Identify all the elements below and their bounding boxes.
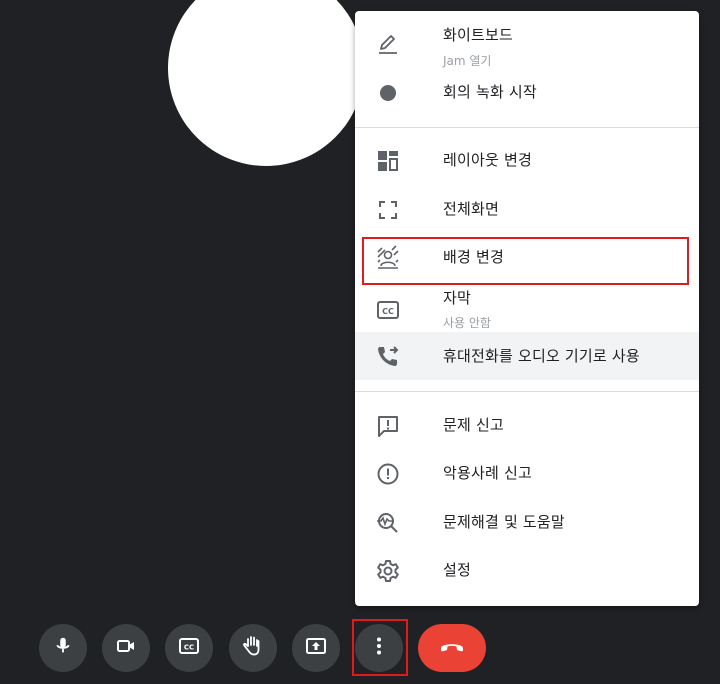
more-options-button[interactable] xyxy=(355,624,403,672)
leave-call-button[interactable] xyxy=(418,624,486,672)
menu-item-label: 문제해결 및 도움말 xyxy=(443,513,565,531)
menu-item-phone-audio[interactable]: 휴대전화를 오디오 기기로 사용 xyxy=(355,332,699,380)
menu-item-label: 자막 xyxy=(443,289,472,307)
menu-item-label: 전체화면 xyxy=(443,200,500,218)
camera-icon xyxy=(114,634,138,662)
menu-item-change-layout[interactable]: 레이아웃 변경 xyxy=(355,143,699,179)
menu-divider xyxy=(355,391,699,392)
captions-icon: CC xyxy=(177,634,201,662)
hangup-icon xyxy=(437,631,467,665)
menu-item-troubleshooting[interactable]: 문제해결 및 도움말 xyxy=(355,505,699,541)
menu-item-label: 화이트보드 xyxy=(443,26,514,44)
svg-text:CC: CC xyxy=(184,644,194,652)
menu-item-captions[interactable]: CC 자막 사용 안함 xyxy=(355,287,699,335)
layout-icon xyxy=(375,148,401,174)
menu-item-label: 배경 변경 xyxy=(443,248,504,266)
svg-text:CC: CC xyxy=(382,307,394,316)
feedback-icon xyxy=(375,413,401,439)
report-icon xyxy=(375,461,401,487)
menu-item-settings[interactable]: 설정 xyxy=(355,553,699,589)
captions-button[interactable]: CC xyxy=(165,624,213,672)
troubleshoot-icon xyxy=(375,510,401,536)
menu-item-label: 휴대전화를 오디오 기기로 사용 xyxy=(443,347,640,365)
present-button[interactable] xyxy=(292,624,340,672)
mic-button[interactable] xyxy=(39,624,87,672)
menu-item-sublabel: Jam 열기 xyxy=(443,54,492,68)
phone-forward-icon xyxy=(375,343,401,369)
background-icon xyxy=(375,245,401,271)
mic-icon xyxy=(52,635,74,661)
menu-item-label: 악용사례 신고 xyxy=(443,464,532,482)
menu-item-label: 설정 xyxy=(443,561,472,579)
menu-item-label: 회의 녹화 시작 xyxy=(443,83,537,101)
menu-item-record[interactable]: 회의 녹화 시작 xyxy=(355,75,699,111)
settings-icon xyxy=(375,558,401,584)
fullscreen-icon xyxy=(375,197,401,223)
meeting-stage: 화이트보드 Jam 열기 회의 녹화 시작 레이아웃 변경 전체화면 배경 변경… xyxy=(0,0,720,684)
menu-item-whiteboard[interactable]: 화이트보드 Jam 열기 xyxy=(355,23,699,71)
more-vert-icon xyxy=(367,634,391,662)
present-icon xyxy=(304,634,328,662)
menu-item-change-background[interactable]: 배경 변경 xyxy=(355,240,699,276)
menu-item-label: 레이아웃 변경 xyxy=(443,151,532,169)
captions-icon: CC xyxy=(375,297,401,323)
menu-item-label: 문제 신고 xyxy=(443,416,504,434)
record-dot-icon xyxy=(375,80,401,106)
more-options-menu: 화이트보드 Jam 열기 회의 녹화 시작 레이아웃 변경 전체화면 배경 변경… xyxy=(355,11,699,606)
menu-item-report-problem[interactable]: 문제 신고 xyxy=(355,408,699,444)
menu-item-sublabel: 사용 안함 xyxy=(443,316,491,330)
menu-item-fullscreen[interactable]: 전체화면 xyxy=(355,192,699,228)
menu-item-report-abuse[interactable]: 악용사례 신고 xyxy=(355,456,699,492)
raise-hand-button[interactable] xyxy=(229,624,277,672)
participant-avatar xyxy=(168,0,364,166)
hand-icon xyxy=(240,633,266,663)
pen-icon xyxy=(375,31,401,57)
camera-button[interactable] xyxy=(102,624,150,672)
menu-divider xyxy=(355,127,699,128)
